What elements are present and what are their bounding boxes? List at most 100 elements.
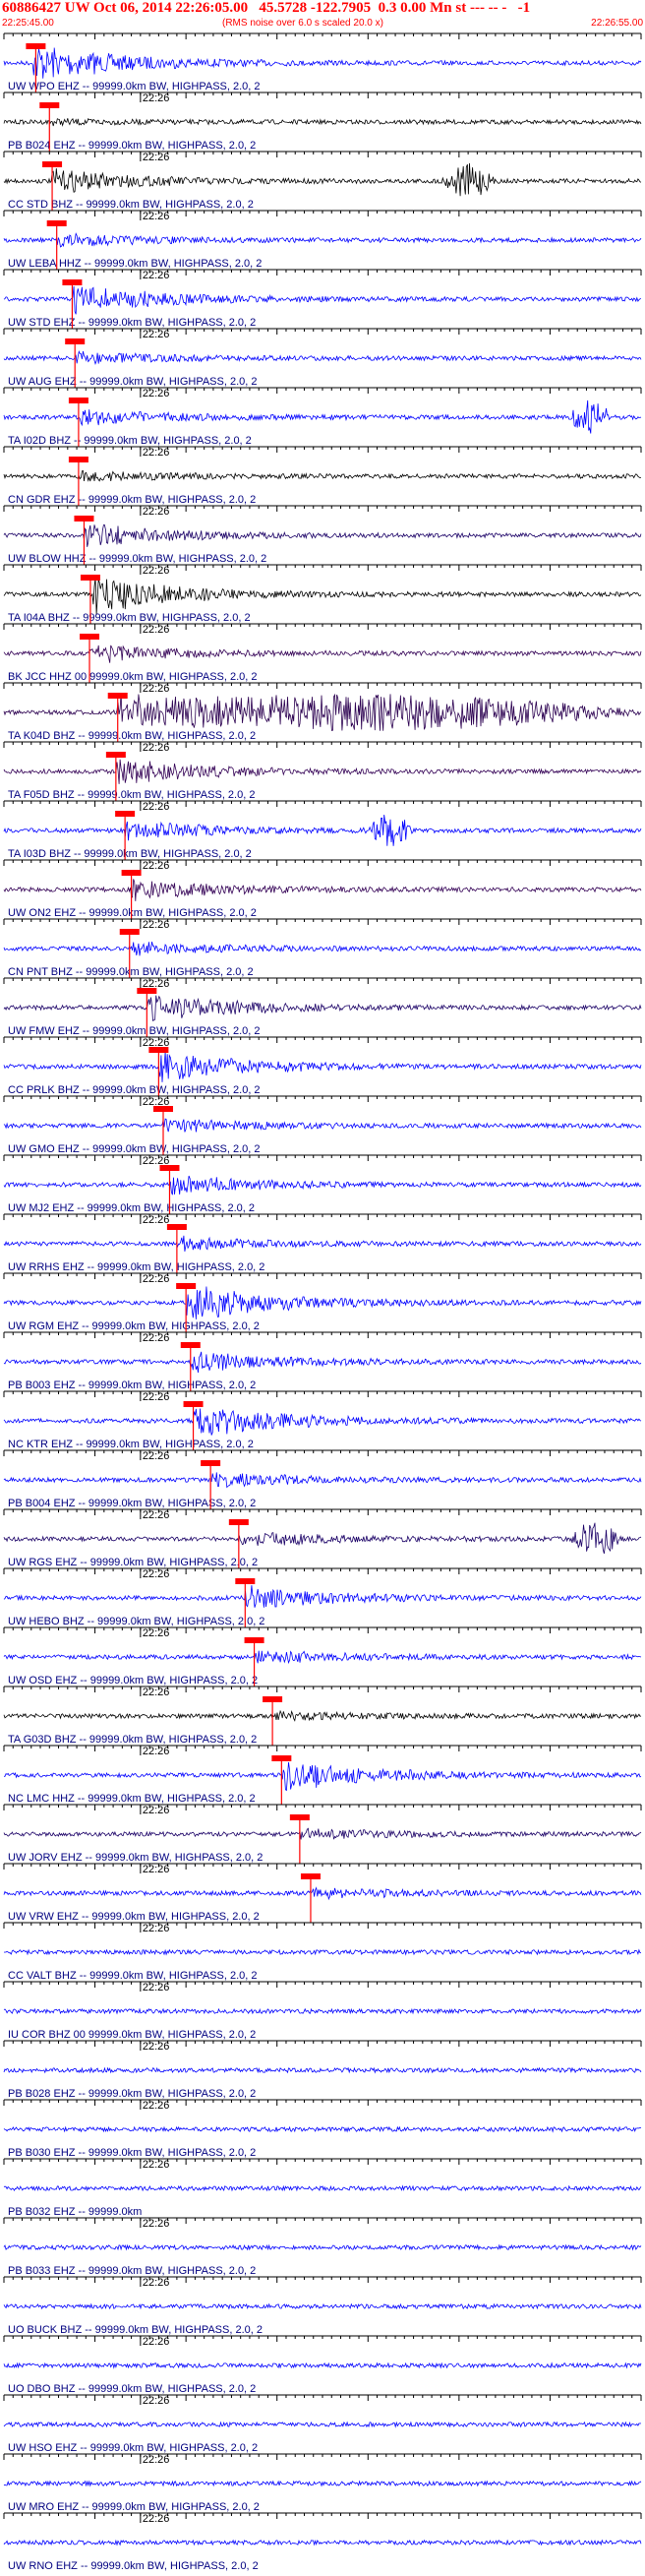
station-label: UW RGM EHZ -- 99999.0km BW, HIGHPASS, 2.… <box>8 1320 260 1332</box>
waveform-trace <box>3 759 642 784</box>
waveform-trace <box>3 1051 642 1082</box>
station-label: TA G03D BHZ -- 99999.0km BW, HIGHPASS, 2… <box>8 1734 257 1746</box>
waveform-trace <box>3 469 642 482</box>
station-label: UW STD EHZ -- 99999.0km BW, HIGHPASS, 2.… <box>8 317 256 329</box>
minute-tick-label: 22:26 <box>143 329 170 340</box>
waveform-trace <box>3 1886 642 1901</box>
station-label: PB B004 EHZ -- 99999.0km BW, HIGHPASS, 2… <box>8 1498 256 1509</box>
station-label: PB B033 EHZ -- 99999.0km BW, HIGHPASS, 2… <box>8 2265 256 2277</box>
pick-flag <box>115 811 136 817</box>
minute-tick-label: 22:26 <box>143 506 170 518</box>
pick-flag <box>166 1224 187 1230</box>
station-label: IU COR BHZ 00 99999.0km BW, HIGHPASS, 2.… <box>8 2029 256 2041</box>
pick-flag <box>68 398 88 403</box>
minute-tick-label: 22:26 <box>143 388 170 399</box>
station-label: UO DBO BHZ -- 99999.0km BW, HIGHPASS, 2.… <box>8 2383 256 2395</box>
station-label: UW VRW EHZ -- 99999.0km BW, HIGHPASS, 2.… <box>8 1911 260 1923</box>
waveform-trace <box>3 1235 642 1252</box>
minute-tick-label: 22:26 <box>143 2336 170 2348</box>
waveform-trace <box>4 1761 642 1792</box>
waveform-trace <box>3 232 642 248</box>
waveform-trace <box>3 644 642 663</box>
station-label: UW OSD EHZ -- 99999.0km BW, HIGHPASS, 2.… <box>8 1675 258 1687</box>
pick-flag <box>235 1578 256 1584</box>
pick-flag <box>228 1519 249 1525</box>
pick-flag <box>180 1342 201 1348</box>
station-label: UW HSO EHZ -- 99999.0km BW, HIGHPASS, 2.… <box>8 2442 258 2454</box>
waveform-trace <box>3 1175 642 1196</box>
waveform-trace <box>3 1948 642 1956</box>
station-label: PB B030 EHZ -- 99999.0km BW, HIGHPASS, 2… <box>8 2147 256 2159</box>
station-label: NC LMC HHZ -- 99999.0km BW, HIGHPASS, 2.… <box>8 1793 256 1805</box>
minute-tick-label: 22:26 <box>143 2454 170 2466</box>
minute-tick-label: 22:26 <box>143 860 170 872</box>
minute-tick-label: 22:26 <box>143 1391 170 1403</box>
station-label: UW ON2 EHZ -- 99999.0km BW, HIGHPASS, 2.… <box>8 907 257 919</box>
minute-tick-label: 22:26 <box>143 624 170 636</box>
header: 60886427 UW Oct 06, 2014 22:26:05.00 45.… <box>0 0 645 33</box>
station-label: PB B028 EHZ -- 99999.0km BW, HIGHPASS, 2… <box>8 2088 256 2100</box>
waveform-trace <box>3 285 642 315</box>
waveform-trace <box>3 524 642 547</box>
pick-flag <box>300 1873 321 1879</box>
scaling-note: (RMS noise over 6.0 s scaled 20.0 x) <box>222 18 383 29</box>
pick-flag <box>176 1283 197 1289</box>
pick-flag <box>289 1814 310 1820</box>
minute-tick-label: 22:26 <box>143 1923 170 1934</box>
minute-tick-label: 22:26 <box>143 1864 170 1875</box>
station-label: NC KTR EHZ -- 99999.0km BW, HIGHPASS, 2.… <box>8 1439 254 1450</box>
minute-tick-label: 22:26 <box>143 2100 170 2112</box>
station-label: CC STD BHZ -- 99999.0km BW, HIGHPASS, 2.… <box>8 199 254 211</box>
minute-tick-label: 22:26 <box>143 211 170 222</box>
waveform-trace <box>3 1522 642 1555</box>
waveform-trace <box>3 2243 642 2251</box>
waveform-trace <box>3 2066 642 2074</box>
pick-flag <box>121 870 142 876</box>
pick-flag <box>42 161 63 167</box>
waveform-trace <box>3 1472 642 1489</box>
minute-tick-label: 22:26 <box>143 1746 170 1757</box>
pick-flag <box>80 634 100 640</box>
pick-flag <box>263 1696 283 1702</box>
pick-flag <box>183 1401 204 1407</box>
station-label: PB B032 EHZ -- 99999.0km <box>8 2206 142 2218</box>
pick-flag <box>271 1755 292 1761</box>
minute-tick-label: 22:26 <box>143 1982 170 1993</box>
minute-tick-label: 22:26 <box>143 2218 170 2230</box>
waveform-trace <box>3 1650 642 1665</box>
minute-tick-label: 22:26 <box>143 1214 170 1226</box>
waveform-trace <box>3 2361 642 2369</box>
waveform-trace <box>3 1286 642 1319</box>
pick-flag <box>137 988 157 994</box>
minute-tick-label: 22:26 <box>143 565 170 577</box>
waveform-trace <box>3 2421 642 2428</box>
station-label: CC PRLK BHZ -- 99999.0km BW, HIGHPASS, 2… <box>8 1084 261 1096</box>
station-label: PB B003 EHZ -- 99999.0km BW, HIGHPASS, 2… <box>8 1380 256 1391</box>
station-label: UW MRO EHZ -- 99999.0km BW, HIGHPASS, 2.… <box>8 2501 260 2513</box>
waveform-trace <box>3 1408 642 1436</box>
pick-flag <box>244 1637 264 1643</box>
station-label: UW GMO EHZ -- 99999.0km BW, HIGHPASS, 2.… <box>8 1143 261 1155</box>
pick-flag <box>159 1165 180 1171</box>
minute-tick-label: 22:26 <box>143 1273 170 1285</box>
minute-tick-label: 22:26 <box>143 2041 170 2053</box>
pick-flag <box>46 220 67 226</box>
station-label: UW WPO EHZ -- 99999.0km BW, HIGHPASS, 2.… <box>8 81 261 92</box>
waveform-trace <box>3 578 642 615</box>
station-label: UW LEBA HHZ -- 99999.0km BW, HIGHPASS, 2… <box>8 258 262 270</box>
waveform-trace <box>3 1351 642 1374</box>
pick-flag <box>153 1106 173 1112</box>
waveform-trace <box>3 2480 642 2487</box>
station-label: CN GDR EHZ -- 99999.0km BW, HIGHPASS, 2.… <box>8 494 256 506</box>
minute-tick-label: 22:26 <box>143 1568 170 1580</box>
pick-flag <box>105 752 126 758</box>
station-label: UW JORV EHZ -- 99999.0km BW, HIGHPASS, 2… <box>8 1852 263 1864</box>
station-label: UW FMW EHZ -- 99999.0km BW, HIGHPASS, 2.… <box>8 1025 261 1037</box>
station-label: UW MJ2 EHZ -- 99999.0km BW, HIGHPASS, 2.… <box>8 1202 255 1214</box>
station-label: UW AUG EHZ -- 99999.0km BW, HIGHPASS, 2.… <box>8 376 257 388</box>
pick-flag <box>119 929 140 935</box>
minute-tick-label: 22:26 <box>143 2513 170 2525</box>
waveform-trace <box>3 399 642 434</box>
minute-tick-label: 22:26 <box>143 447 170 459</box>
pick-flag <box>148 1047 169 1053</box>
